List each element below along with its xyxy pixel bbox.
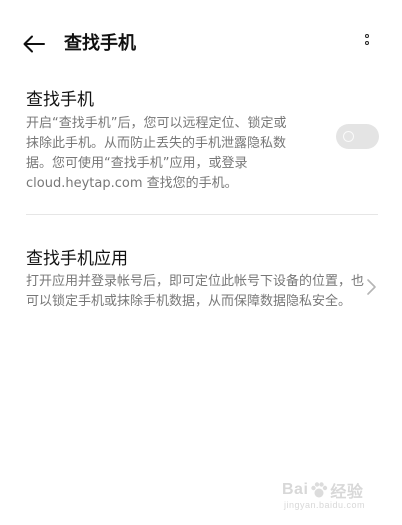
toggle-knob <box>343 131 354 142</box>
find-phone-app-description: 打开应用并登录帐号后，即可定位此帐号下设备的位置，也可以锁定手机或抹除手机数据，… <box>26 274 365 309</box>
find-phone-settings-page: 查找手机 查找手机 开启“查找手机”后，您可以远程定位、锁定或抹除此手机。从而防… <box>0 0 402 525</box>
watermark-url: jingyan.baidu.com <box>284 500 366 510</box>
find-phone-app-title: 查找手机应用 <box>26 249 128 269</box>
more-vertical-icon-dot <box>365 40 369 45</box>
section-divider <box>26 214 378 215</box>
arrow-left-icon <box>23 35 45 53</box>
find-phone-toggle[interactable] <box>336 124 379 149</box>
find-phone-title: 查找手机 <box>26 90 94 110</box>
back-button[interactable] <box>20 30 48 58</box>
page-title: 查找手机 <box>64 33 136 54</box>
watermark-text-left: Bai <box>282 481 309 498</box>
top-app-bar: 查找手机 <box>0 0 402 86</box>
baidu-jingyan-watermark: Bai 经验 jingyan.baidu.com <box>282 478 365 510</box>
more-vertical-icon <box>365 33 369 38</box>
watermark-text-right: 经验 <box>330 484 364 501</box>
more-options-button[interactable] <box>357 28 377 50</box>
chevron-right-icon <box>367 279 376 295</box>
find-phone-description: 开启“查找手机”后，您可以远程定位、锁定或抹除此手机。从而防止丢失的手机泄露隐私… <box>26 116 287 191</box>
paw-icon <box>311 482 328 498</box>
